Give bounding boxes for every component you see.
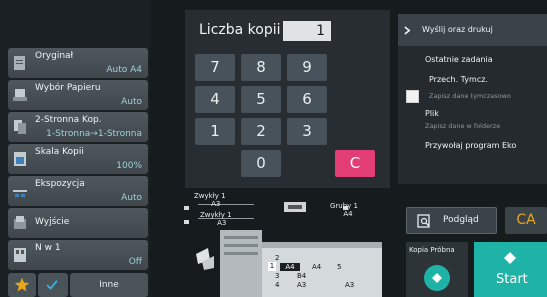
paper-select-button[interactable]: Wybór Papieru Auto xyxy=(8,80,148,110)
output-icon xyxy=(14,216,26,229)
original-setting-button[interactable]: Oryginał Auto A4 xyxy=(8,48,148,78)
preview-icon xyxy=(417,214,430,228)
cassette-3-num: 3 xyxy=(275,272,280,280)
eco-program-link[interactable]: Przywołaj program Eko xyxy=(425,141,516,150)
setting-value: Auto xyxy=(121,97,142,107)
cassette-1-size: A4 xyxy=(280,263,300,271)
copies-input[interactable]: 1 xyxy=(283,21,331,41)
setting-label: Ekspozycja xyxy=(35,179,85,189)
key-5[interactable]: 5 xyxy=(241,86,281,113)
n-in-1-icon xyxy=(14,248,26,262)
key-4[interactable]: 4 xyxy=(195,86,235,113)
right-panel: Wyślij oraz drukuj Ostatnie zadania Prze… xyxy=(398,14,547,184)
tray-size: A3 xyxy=(211,200,221,208)
n-in-1-button[interactable]: N w 1 Off xyxy=(8,240,148,270)
key-2[interactable]: 2 xyxy=(241,118,281,145)
temp-save-sub: Zapisz dane tymczasowo xyxy=(429,92,511,100)
start-label: Start xyxy=(496,272,528,287)
bypass-size: A3 xyxy=(345,281,355,289)
diamond-icon xyxy=(504,252,516,264)
clear-button[interactable]: C xyxy=(335,150,375,177)
tray-name: Gruby 1 xyxy=(330,202,359,210)
preview-label: Podgląd xyxy=(443,215,479,225)
settings-panel: Oryginał Auto A4 Wybór Papieru Auto 2-St… xyxy=(0,0,150,297)
key-7[interactable]: 7 xyxy=(195,54,235,81)
send-print-label: Wyślij oraz drukuj xyxy=(422,25,493,34)
setting-value: Auto xyxy=(121,193,142,203)
temp-save-checkbox[interactable] xyxy=(406,90,419,103)
setting-value: 100% xyxy=(116,161,142,171)
setting-label: Oryginał xyxy=(35,51,74,61)
file-sub: Zapisz dane w folderze xyxy=(425,122,501,130)
clear-all-button[interactable]: CA xyxy=(505,207,547,234)
duplex-icon xyxy=(14,120,26,134)
setting-value: Auto A4 xyxy=(106,65,142,75)
setting-label: Skala Kopii xyxy=(35,147,84,157)
proof-copy-button[interactable]: Kopia Próbna xyxy=(406,242,468,297)
cassette-1-num: 1 xyxy=(268,262,276,271)
cassette-4-size: A3 xyxy=(297,281,307,289)
key-6[interactable]: 6 xyxy=(287,86,327,113)
setting-value: Off xyxy=(128,257,142,267)
key-0[interactable]: 0 xyxy=(241,150,281,177)
star-icon xyxy=(14,277,30,292)
send-print-button[interactable]: Wyślij oraz drukuj xyxy=(398,14,547,46)
exposure-button[interactable]: Ekspozycja Auto xyxy=(8,176,148,206)
cassette-2-size: A4 xyxy=(312,263,322,271)
others-button[interactable]: Inne xyxy=(70,273,148,297)
key-3[interactable]: 3 xyxy=(287,118,327,145)
setting-label: 2-Stronna Kop. xyxy=(35,115,102,125)
cassette-2-num: 2 xyxy=(275,254,280,262)
key-8[interactable]: 8 xyxy=(241,54,281,81)
output-button[interactable]: Wyjście xyxy=(8,208,148,238)
check-button[interactable] xyxy=(38,273,68,297)
exposure-icon xyxy=(13,190,27,197)
cassette-3-size: B4 xyxy=(297,272,307,280)
machine-diagram: Zwykły 1 A3 Zwykły 1 A3 Gruby 1 A4 1 A4 … xyxy=(180,190,400,297)
keypad-panel: Liczba kopii 1 7 8 9 4 5 6 1 2 3 0 C xyxy=(185,10,390,188)
copies-label: Liczba kopii xyxy=(199,22,281,38)
tray-size: A3 xyxy=(217,219,227,227)
setting-value: 1-Stronna→1-Stronna xyxy=(46,129,142,139)
chevron-right-icon xyxy=(404,26,411,35)
file-link[interactable]: Plik xyxy=(425,109,439,118)
proof-circle xyxy=(424,265,450,291)
setting-label: N w 1 xyxy=(35,243,61,253)
tray-3-label: Gruby 1 A4 xyxy=(330,202,358,218)
duplex-button[interactable]: 2-Stronna Kop. 1-Stronna→1-Stronna xyxy=(8,112,148,142)
check-icon xyxy=(46,280,58,290)
proof-label: Kopia Próbna xyxy=(409,246,455,254)
tray-2-label: Zwykły 1 A3 xyxy=(200,211,232,227)
key-9[interactable]: 9 xyxy=(287,54,327,81)
recent-jobs-link[interactable]: Ostatnie zadania xyxy=(425,55,493,64)
preview-button[interactable]: Podgląd xyxy=(406,207,497,234)
temp-save-label: Przech. Tymcz. xyxy=(429,75,488,84)
diamond-icon xyxy=(432,273,442,283)
scale-button[interactable]: Skala Kopii 100% xyxy=(8,144,148,174)
start-button[interactable]: Start xyxy=(474,242,547,297)
key-1[interactable]: 1 xyxy=(195,118,235,145)
cassette-4-num: 4 xyxy=(275,281,280,289)
tray-1-label: Zwykły 1 A3 xyxy=(194,192,226,208)
setting-label: Wybór Papieru xyxy=(35,83,101,93)
scale-icon xyxy=(14,152,26,166)
tray-size: A4 xyxy=(343,210,353,218)
setting-label: Wyjście xyxy=(35,217,70,227)
favorite-button[interactable] xyxy=(8,273,36,297)
paper-icon xyxy=(13,89,27,101)
tray-name: Zwykły 1 xyxy=(194,192,226,200)
document-icon xyxy=(14,56,25,70)
tray-name: Zwykły 1 xyxy=(200,211,232,219)
cassette-5-num: 5 xyxy=(337,263,342,271)
